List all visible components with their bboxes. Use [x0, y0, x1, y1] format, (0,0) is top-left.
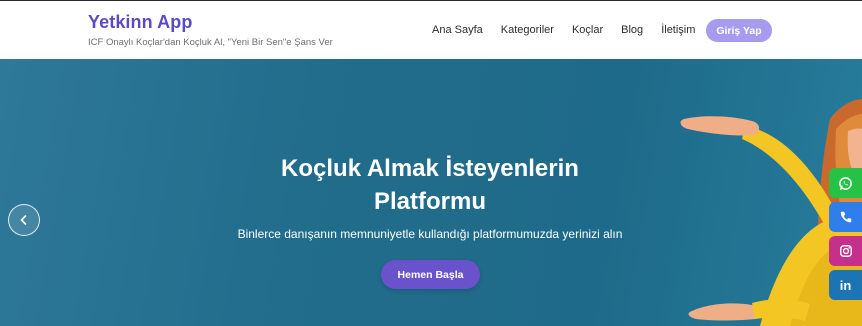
linkedin-button[interactable]: in [829, 270, 862, 300]
start-now-button[interactable]: Hemen Başla [381, 260, 480, 289]
nav-home[interactable]: Ana Sayfa [432, 24, 483, 36]
whatsapp-icon [839, 176, 852, 190]
hero-title: Koçluk Almak İsteyenlerin Platformu [230, 152, 630, 218]
instagram-button[interactable] [829, 236, 862, 266]
nav-contact[interactable]: İletişim [661, 24, 695, 36]
whatsapp-button[interactable] [829, 168, 862, 198]
phone-button[interactable] [829, 202, 862, 232]
linkedin-icon: in [839, 277, 852, 293]
login-button[interactable]: Giriş Yap [706, 19, 772, 42]
brand[interactable]: Yetkinn App ICF Onaylı Koçlar'dan Koçluk… [88, 12, 333, 48]
slider-prev-button[interactable] [8, 204, 40, 236]
site-header: Yetkinn App ICF Onaylı Koçlar'dan Koçluk… [0, 1, 862, 59]
chevron-left-icon [20, 215, 27, 225]
brand-tagline: ICF Onaylı Koçlar'dan Koçluk Al, "Yeni B… [88, 37, 333, 48]
nav-categories[interactable]: Kategoriler [501, 24, 554, 36]
hero-subtitle: Binlerce danışanın memnuniyetle kullandı… [237, 227, 623, 241]
hero-slider: Koçluk Almak İsteyenlerin Platformu Binl… [0, 59, 862, 326]
nav-coaches[interactable]: Koçlar [572, 24, 603, 36]
phone-icon [840, 211, 851, 223]
nav-blog[interactable]: Blog [621, 24, 643, 36]
hero-title-line2: Platformu [373, 188, 486, 215]
instagram-icon [839, 245, 852, 257]
brand-title[interactable]: Yetkinn App [88, 12, 333, 33]
main-nav: Ana Sayfa Kategoriler Koçlar Blog İletiş… [432, 1, 695, 59]
hero-title-line1: Koçluk Almak İsteyenlerin [281, 155, 579, 182]
